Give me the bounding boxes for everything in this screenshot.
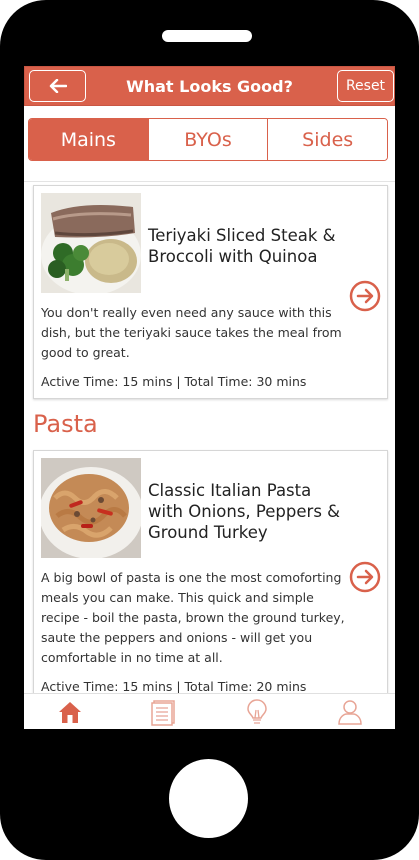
right-arrow-circle-icon[interactable]	[349, 280, 381, 312]
tab-sides[interactable]: Sides	[267, 119, 387, 160]
page-title: What Looks Good?	[126, 76, 293, 96]
phone-speaker	[162, 30, 252, 42]
left-arrow-icon	[49, 79, 67, 93]
phone-home-button[interactable]	[169, 759, 248, 838]
recipe-card[interactable]: Classic Italian Pasta with Onions, Peppe…	[33, 450, 388, 710]
tab-mains[interactable]: Mains	[29, 119, 148, 160]
user-icon[interactable]	[336, 698, 364, 726]
recipe-card[interactable]: Teriyaki Sliced Steak & Broccoli with Qu…	[33, 185, 388, 399]
recipe-description: You don't really even need any sauce wit…	[41, 305, 342, 360]
right-arrow-circle-icon[interactable]	[349, 561, 381, 593]
recipe-time: Active Time: 15 mins | Total Time: 30 mi…	[41, 374, 307, 389]
recipe-time: Active Time: 15 mins | Total Time: 20 mi…	[41, 679, 307, 694]
tab-byos[interactable]: BYOs	[147, 119, 268, 160]
recipe-title[interactable]: Classic Italian Pasta with Onions, Peppe…	[148, 480, 349, 543]
category-tabs: Mains BYOs Sides	[28, 118, 388, 161]
pasta-turkey-peppers-photo	[41, 458, 141, 558]
reset-button[interactable]: Reset	[337, 70, 394, 102]
phone-frame: What Looks Good? Reset Mains BYOs Sides	[0, 0, 419, 860]
back-button[interactable]	[29, 70, 86, 102]
home-icon[interactable]	[56, 698, 84, 726]
bottom-nav	[24, 693, 395, 729]
list-icon[interactable]	[150, 698, 178, 726]
lightbulb-icon[interactable]	[243, 698, 271, 726]
recipe-title[interactable]: Teriyaki Sliced Steak & Broccoli with Qu…	[148, 225, 349, 267]
steak-broccoli-quinoa-photo	[41, 193, 141, 293]
app-screen: What Looks Good? Reset Mains BYOs Sides	[24, 66, 395, 729]
recipe-description: A big bowl of pasta is one the most como…	[41, 570, 345, 665]
app-header: What Looks Good? Reset	[24, 66, 395, 106]
section-title-pasta: Pasta	[33, 410, 98, 438]
tabs-divider	[24, 181, 395, 182]
